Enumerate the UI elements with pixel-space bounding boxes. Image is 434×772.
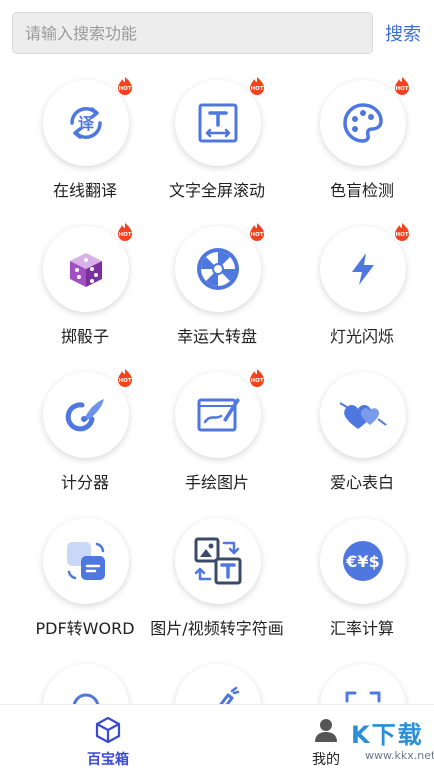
pen-icon bbox=[219, 686, 240, 704]
hot-badge-icon: HOT bbox=[395, 77, 409, 95]
tool-color-blind-test[interactable]: HOT 色盲检测 bbox=[290, 70, 434, 210]
nav-tab-label: 百宝箱 bbox=[87, 752, 129, 768]
tool-more-1[interactable] bbox=[13, 654, 157, 704]
tool-roll-dice[interactable]: HOT 掷骰子 bbox=[13, 216, 157, 356]
score-icon bbox=[65, 399, 104, 432]
hearts-icon bbox=[339, 402, 387, 429]
svg-text:€¥$: €¥$ bbox=[345, 552, 379, 571]
tool-icon-circle bbox=[320, 664, 406, 704]
hot-badge-icon: HOT bbox=[118, 77, 132, 95]
tool-exchange-rate[interactable]: €¥$ 汇率计算 bbox=[290, 508, 434, 648]
tool-label: 图片/视频转字符画 bbox=[150, 619, 284, 638]
hot-badge-icon: HOT bbox=[118, 223, 132, 241]
tool-more-2[interactable] bbox=[145, 654, 289, 704]
tool-scorer[interactable]: HOT 计分器 bbox=[13, 362, 157, 502]
hot-badge-icon: HOT bbox=[250, 223, 264, 241]
tool-label: 手绘图片 bbox=[184, 473, 249, 492]
tool-image-video-to-ascii[interactable]: 图片/视频转字符画 bbox=[145, 508, 289, 648]
nav-tab-label: 我的 bbox=[312, 752, 340, 768]
wheel-icon bbox=[197, 248, 239, 290]
search-input[interactable] bbox=[12, 12, 373, 54]
currency-icon: €¥$ bbox=[343, 541, 383, 581]
hot-badge-text: HOT bbox=[118, 86, 131, 92]
search-bar: 搜索 bbox=[12, 12, 422, 54]
svg-text:译: 译 bbox=[78, 114, 95, 133]
app-root: 搜索 译 HOT 在线翻译 bbox=[0, 0, 434, 772]
tool-hand-drawing[interactable]: HOT 手绘图片 bbox=[145, 362, 289, 502]
pdf-convert-icon bbox=[67, 542, 105, 580]
scan-icon bbox=[345, 691, 381, 703]
tool-label: 文字全屏滚动 bbox=[168, 181, 265, 200]
hot-badge-text: HOT bbox=[395, 86, 408, 92]
tool-icon-circle bbox=[320, 372, 406, 458]
search-button[interactable]: 搜索 bbox=[385, 20, 421, 46]
tool-label: 幸运大转盘 bbox=[176, 327, 257, 346]
palette-icon bbox=[343, 103, 383, 143]
text-scroll-icon bbox=[198, 103, 238, 143]
tool-online-translate[interactable]: 译 HOT 在线翻译 bbox=[13, 70, 157, 210]
tool-icon-circle bbox=[175, 518, 261, 604]
nav-tab-toolbox[interactable]: 百宝箱 bbox=[68, 711, 148, 771]
hot-badge-icon: HOT bbox=[250, 369, 264, 387]
dice-icon bbox=[70, 253, 102, 287]
tool-icon-circle bbox=[175, 664, 261, 704]
image-to-text-icon bbox=[194, 537, 242, 585]
lightning-icon bbox=[352, 253, 374, 285]
tool-label: 在线翻译 bbox=[52, 181, 117, 200]
tool-pdf-to-word[interactable]: PDF转WORD bbox=[13, 508, 157, 648]
hot-badge-text: HOT bbox=[250, 378, 263, 384]
hot-badge-icon: HOT bbox=[395, 223, 409, 241]
tool-lucky-wheel[interactable]: HOT 幸运大转盘 bbox=[145, 216, 289, 356]
tool-label: 汇率计算 bbox=[329, 619, 394, 638]
translate-icon: 译 bbox=[70, 107, 102, 139]
nav-tab-mine[interactable]: 我的 bbox=[286, 711, 366, 771]
hot-badge-text: HOT bbox=[118, 232, 131, 238]
tool-icon-circle bbox=[43, 664, 129, 704]
tool-light-flash[interactable]: HOT 灯光闪烁 bbox=[290, 216, 434, 356]
tool-label: 爱心表白 bbox=[329, 473, 394, 492]
tool-love-confession[interactable]: 爱心表白 bbox=[290, 362, 434, 502]
cube-icon bbox=[95, 716, 121, 744]
tool-label: 计分器 bbox=[60, 473, 109, 492]
hot-badge-text: HOT bbox=[395, 232, 408, 238]
tool-label: PDF转WORD bbox=[35, 619, 135, 638]
hot-badge-text: HOT bbox=[250, 232, 263, 238]
hot-badge-icon: HOT bbox=[118, 369, 132, 387]
hot-badge-text: HOT bbox=[118, 378, 131, 384]
tool-label: 色盲检测 bbox=[329, 181, 394, 200]
smile-icon bbox=[72, 693, 100, 704]
hot-badge-icon: HOT bbox=[250, 77, 264, 95]
tool-label: 灯光闪烁 bbox=[329, 327, 394, 346]
tool-icon-circle bbox=[43, 518, 129, 604]
tool-more-3[interactable] bbox=[290, 654, 434, 704]
drawing-icon bbox=[197, 398, 240, 432]
tool-grid: 译 HOT 在线翻译 HOT 文字全屏滚动 HOT 色盲检测 HOT 掷骰子 H… bbox=[0, 70, 434, 704]
tool-icon-circle: €¥$ bbox=[320, 518, 406, 604]
tool-label: 掷骰子 bbox=[60, 327, 109, 346]
hot-badge-text: HOT bbox=[250, 86, 263, 92]
tool-text-fullscreen-scroll[interactable]: HOT 文字全屏滚动 bbox=[145, 70, 289, 210]
bottom-nav: 百宝箱 我的 bbox=[0, 704, 434, 772]
user-icon bbox=[315, 719, 337, 742]
